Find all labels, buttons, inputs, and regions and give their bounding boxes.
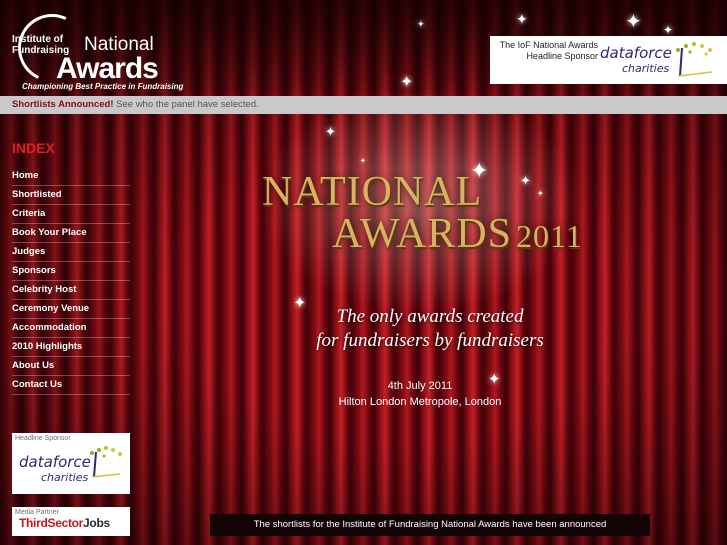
hero-title-awards: AWARDS [332,211,512,257]
dataforce-sub: charities [622,62,670,75]
nav-item-shortlisted[interactable]: Shortlisted [12,186,130,205]
logo-line1: Institute of [12,34,64,45]
index-title: INDEX [12,140,55,156]
sponsor-text-line2: Headline Sponsor [526,51,598,61]
dataforce-logo: dataforce charities [19,453,91,484]
nav-item-2010-highlights[interactable]: 2010 Highlights [12,338,130,357]
dataforce-dots-icon [676,41,713,77]
headline-sponsor-banner[interactable]: The IoF National Awards Headline Sponsor… [490,36,727,84]
nav-item-book-your-place[interactable]: Book Your Place [12,224,130,243]
headline-sponsor-label: Headline Sponsor [15,435,71,442]
star-icon: ✦ [625,11,642,33]
star-icon: ✦ [325,124,336,139]
nav-item-celebrity-host[interactable]: Celebrity Host [12,281,130,300]
thirdsector-text: ThirdSector [19,516,84,530]
announcement-bold: Shortlists Announced! [12,99,114,110]
sponsor-text-line1: The IoF National Awards [499,40,598,50]
sidebar-media-partner[interactable]: Media Partner ThirdSectorJobs [12,507,130,536]
dataforce-dots-icon [90,446,122,478]
event-venue: Hilton London Metropole, London [338,396,502,408]
event-details: 4th July 2011 Hilton London Metropole, L… [320,378,520,410]
hero-tagline: The only awards created for fundraisers … [300,305,560,353]
nav-item-accommodation[interactable]: Accommodation [12,319,130,338]
announcement-text: See who the panel have selected. [116,99,259,110]
nav-item-sponsors[interactable]: Sponsors [12,262,130,281]
nav-item-home[interactable]: Home [12,167,130,186]
dataforce-brand: dataforce [600,44,672,62]
nav-item-criteria[interactable]: Criteria [12,205,130,224]
star-icon: ✦ [400,74,414,91]
nav-item-ceremony-venue[interactable]: Ceremony Venue [12,300,130,319]
nav-item-contact-us[interactable]: Contact Us [12,376,130,395]
logo-tagline: Championing Best Practice in Fundraising [22,82,184,91]
media-partner-label: Media Partner [15,509,59,516]
sponsor-banner-text: The IoF National Awards Headline Sponsor [494,40,598,62]
sidebar-headline-sponsor[interactable]: Headline Sponsor dataforce charities [12,433,130,494]
news-banner[interactable]: The shortlists for the Institute of Fund… [210,514,650,536]
hero-title: NATIONAL AWARDS 2011 [262,168,592,258]
iof-national-awards-logo[interactable]: Institute of Fundraising National Awards… [8,4,183,92]
star-icon: ✦ [516,11,528,27]
star-icon: ✦ [663,23,674,37]
announcement-bar[interactable]: Shortlists Announced! See who the panel … [0,96,727,114]
event-date: 4th July 2011 [387,380,453,392]
nav-item-judges[interactable]: Judges [12,243,130,262]
dataforce-brand: dataforce [19,453,91,471]
hero-tagline-line2: for fundraisers by fundraisers [316,330,544,351]
hero-title-year: 2011 [516,218,583,254]
hero-tagline-line1: The only awards created [336,306,524,327]
dataforce-logo: dataforce charities [600,44,672,75]
sidebar-nav: Home Shortlisted Criteria Book Your Plac… [12,167,130,395]
thirdsector-jobs-logo: ThirdSectorJobs [12,516,130,530]
nav-item-about-us[interactable]: About Us [12,357,130,376]
logo-awards: Awards [56,52,159,85]
hero-title-line2: AWARDS 2011 [332,210,592,258]
hero-title-line1: NATIONAL [262,169,483,215]
star-icon: ✦ [360,158,366,165]
star-icon: ✦ [417,19,425,29]
jobs-text: Jobs [83,516,110,530]
